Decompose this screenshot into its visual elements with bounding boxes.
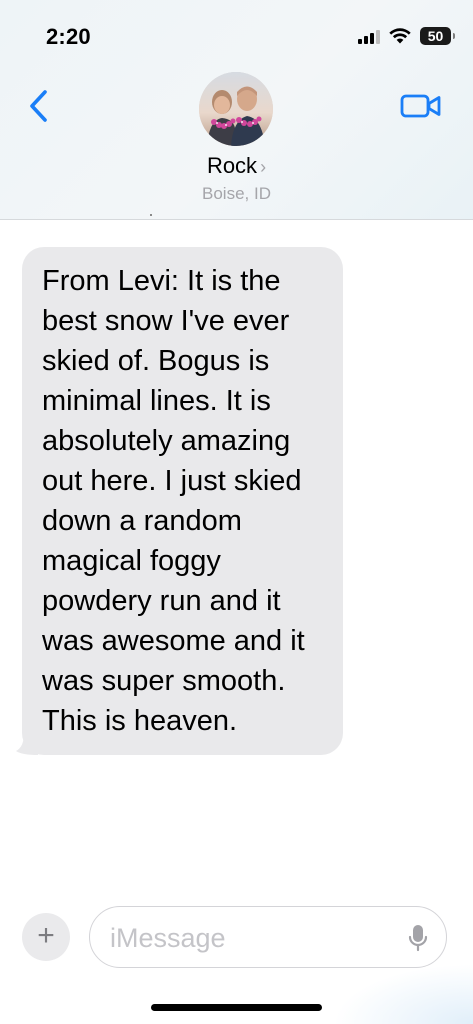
home-indicator[interactable] — [151, 1004, 322, 1011]
chevron-right-icon: › — [260, 157, 267, 177]
microphone-icon[interactable] — [408, 924, 428, 952]
battery-level: 50 — [427, 28, 444, 44]
apps-plus-button[interactable]: + — [22, 913, 70, 961]
imessage-input-container[interactable] — [89, 906, 447, 968]
contact-name-button[interactable]: Rock › — [0, 153, 473, 179]
message-bubble-incoming[interactable]: From Levi: It is the best snow I've ever… — [16, 247, 343, 755]
video-camera-icon — [400, 94, 441, 118]
chevron-left-icon — [30, 90, 47, 122]
imessage-input[interactable] — [108, 917, 402, 959]
status-icons: 50 — [358, 27, 455, 45]
contact-avatar[interactable] — [199, 72, 273, 146]
facetime-video-button[interactable] — [397, 88, 445, 124]
scroll-indicator — [150, 214, 152, 216]
contact-location: Boise, ID — [202, 184, 271, 203]
back-button[interactable] — [18, 84, 58, 128]
contact-name: Rock — [206, 153, 258, 178]
cellular-signal-icon — [358, 28, 380, 44]
avatar-photo — [199, 72, 273, 146]
status-time: 2:20 — [46, 24, 91, 49]
background-glow — [333, 964, 473, 1024]
wifi-icon — [389, 28, 411, 44]
message-text: From Levi: It is the best snow I've ever… — [22, 247, 343, 755]
plus-icon: + — [37, 919, 55, 952]
battery-icon: 50 — [420, 27, 455, 45]
